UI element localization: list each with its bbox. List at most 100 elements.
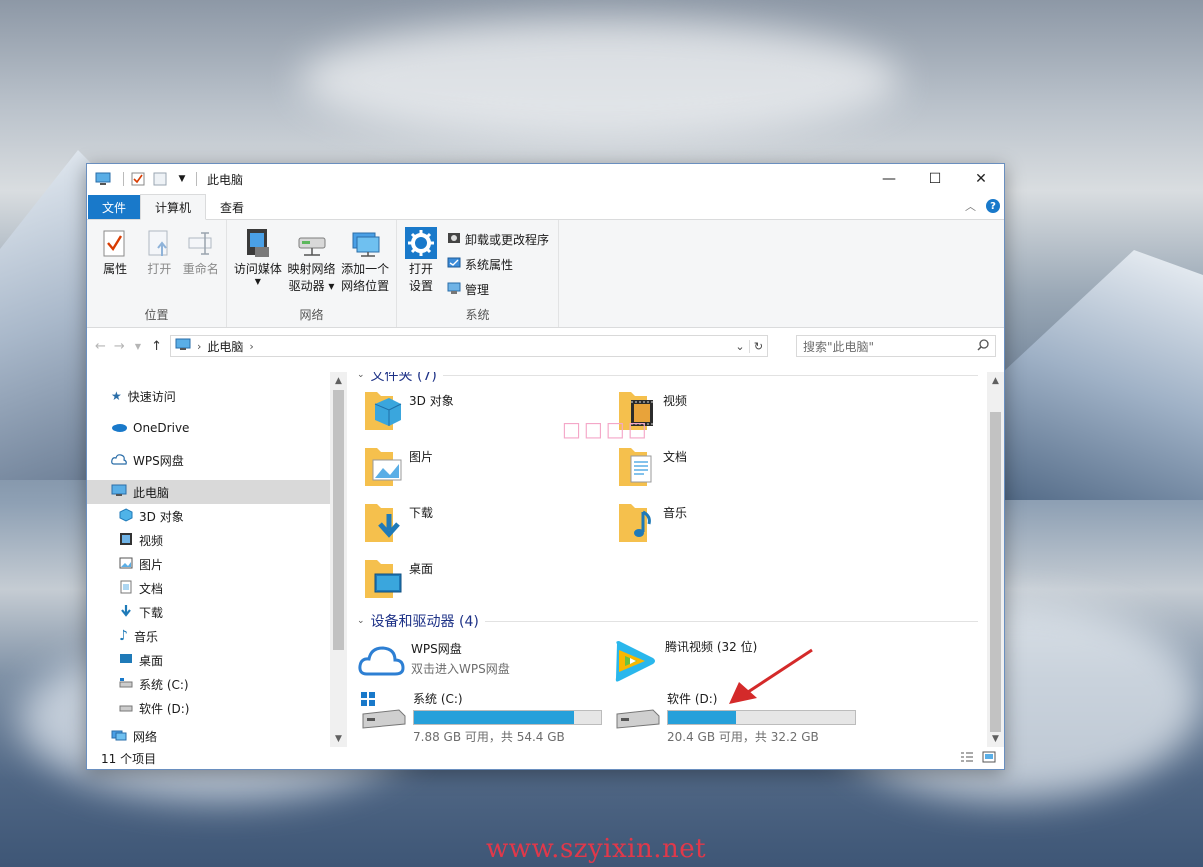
minimize-button[interactable]: — bbox=[866, 164, 912, 194]
pc-icon bbox=[175, 338, 191, 354]
chevron-down-icon[interactable]: ▼ bbox=[174, 171, 190, 187]
ribbon: 属性 打开 重命名 位置 访问媒体 ▼ 映射网络 驱动器 ▾ 添加一个 网络位置… bbox=[87, 220, 1004, 328]
rename-icon bbox=[185, 226, 217, 260]
forward-button[interactable]: → bbox=[114, 339, 125, 354]
properties-label: 属性 bbox=[103, 262, 128, 276]
nav-item-network[interactable]: 网络 bbox=[87, 720, 330, 747]
up-button[interactable]: ↑ bbox=[151, 339, 162, 354]
scroll-down-arrow[interactable]: ▼ bbox=[987, 730, 1004, 747]
navigation-pane: ★ 快速访问 OneDrive WPS网盘 此电脑 3D 对象 视频 图片 文档… bbox=[87, 372, 330, 747]
recent-locations-button[interactable]: ▼ bbox=[133, 342, 143, 351]
breadcrumb-this-pc[interactable]: 此电脑 bbox=[207, 338, 243, 355]
network-location-icon bbox=[349, 226, 381, 260]
system-properties-button[interactable]: 系统属性 bbox=[447, 255, 549, 274]
folder-3d-objects[interactable]: 3D 对象 bbox=[363, 386, 454, 435]
usage-fill bbox=[668, 711, 737, 724]
folder-music[interactable]: 音乐 bbox=[617, 498, 687, 547]
device-wps-cloud[interactable]: WPS网盘 双击进入WPS网盘 bbox=[357, 640, 510, 683]
tab-view[interactable]: 查看 bbox=[206, 195, 258, 219]
drive-c-icon bbox=[119, 677, 133, 692]
folder-documents[interactable]: 文档 bbox=[617, 442, 687, 491]
drive-c-icon bbox=[359, 690, 407, 733]
folders-section-header[interactable]: ⌄ 文件夹 (7) bbox=[347, 372, 1004, 386]
nav-item-onedrive[interactable]: OneDrive bbox=[87, 412, 330, 444]
large-icons-view-icon[interactable] bbox=[982, 751, 996, 766]
usage-fill bbox=[414, 711, 574, 724]
background-cloud bbox=[300, 20, 900, 140]
nav-pane-scrollbar[interactable]: ▲ ▼ bbox=[330, 372, 347, 747]
properties-quick-icon[interactable] bbox=[130, 171, 146, 187]
manage-button[interactable]: 管理 bbox=[447, 280, 549, 299]
folder-name: 文档 bbox=[663, 450, 688, 464]
close-button[interactable]: ✕ bbox=[958, 164, 1004, 194]
nav-item-videos[interactable]: 视频 bbox=[87, 528, 330, 552]
collapse-ribbon-icon[interactable]: ︿ bbox=[965, 198, 976, 214]
nav-item-documents[interactable]: 文档 bbox=[87, 576, 330, 600]
nav-item-quick-access[interactable]: ★ 快速访问 bbox=[87, 380, 330, 412]
pictures-folder-icon bbox=[363, 442, 403, 491]
nav-item-drive-d[interactable]: 软件 (D:) bbox=[87, 696, 330, 720]
drive-c-usage-bar bbox=[413, 710, 602, 725]
nav-item-drive-c[interactable]: 系统 (C:) bbox=[87, 672, 330, 696]
wps-cloud-icon bbox=[111, 453, 127, 468]
folder-name: 图片 bbox=[409, 450, 434, 464]
folder-downloads[interactable]: 下载 bbox=[363, 498, 433, 547]
folder-desktop[interactable]: 桌面 bbox=[363, 554, 433, 603]
uninstall-programs-button[interactable]: 卸载或更改程序 bbox=[447, 230, 549, 249]
details-view-icon[interactable] bbox=[960, 751, 974, 766]
back-button[interactable]: ← bbox=[95, 339, 106, 354]
nav-item-pictures[interactable]: 图片 bbox=[87, 552, 330, 576]
tab-computer[interactable]: 计算机 bbox=[140, 194, 207, 220]
nav-item-wps-cloud[interactable]: WPS网盘 bbox=[87, 444, 330, 476]
network-icon bbox=[111, 728, 127, 745]
documents-folder-icon bbox=[617, 442, 657, 491]
tab-file[interactable]: 文件 bbox=[88, 195, 141, 219]
folder-pictures[interactable]: 图片 bbox=[363, 442, 433, 491]
main-scrollbar[interactable]: ▲ ▼ bbox=[987, 372, 1004, 747]
search-icon bbox=[977, 338, 989, 354]
scroll-up-arrow[interactable]: ▲ bbox=[987, 372, 1004, 389]
refresh-icon[interactable]: ↻ bbox=[749, 339, 767, 353]
scroll-down-arrow[interactable]: ▼ bbox=[330, 730, 347, 747]
star-icon: ★ bbox=[111, 389, 122, 403]
maximize-button[interactable]: ☐ bbox=[912, 164, 958, 194]
nav-item-label: OneDrive bbox=[133, 421, 190, 435]
address-row: ← → ▼ ↑ › 此电脑 › ⌄ ↻ 搜索"此电脑" bbox=[87, 328, 1004, 364]
device-drive-c[interactable]: 系统 (C:) 7.88 GB 可用，共 54.4 GB bbox=[359, 690, 602, 745]
help-icon[interactable]: ? bbox=[986, 199, 1000, 213]
breadcrumb-separator[interactable]: › bbox=[249, 340, 253, 353]
ribbon-tabs: 文件 计算机 查看 ︿ ? bbox=[87, 194, 1004, 220]
ribbon-group-system: 打开 设置 卸载或更改程序 系统属性 管理 系统 bbox=[397, 220, 559, 327]
map-network-drive-label: 映射网络 bbox=[287, 262, 336, 276]
download-icon bbox=[119, 604, 133, 621]
scroll-up-arrow[interactable]: ▲ bbox=[330, 372, 347, 389]
open-label: 打开 bbox=[147, 262, 172, 276]
address-bar[interactable]: › 此电脑 › ⌄ ↻ bbox=[170, 335, 768, 357]
nav-item-3d-objects[interactable]: 3D 对象 bbox=[87, 504, 330, 528]
manage-icon bbox=[447, 281, 461, 298]
ribbon-group-label: 系统 bbox=[465, 308, 490, 322]
map-network-drive-label-line2: 驱动器 bbox=[288, 279, 325, 293]
3d-folder-icon bbox=[363, 386, 403, 435]
nav-item-music[interactable]: ♪ 音乐 bbox=[87, 624, 330, 648]
ribbon-group-label: 网络 bbox=[299, 308, 324, 322]
scroll-thumb[interactable] bbox=[333, 390, 344, 650]
chevron-down-icon: ⌄ bbox=[357, 372, 365, 380]
watermark: www.szyixin.net bbox=[486, 834, 707, 864]
devices-section-header[interactable]: ⌄ 设备和驱动器 (4) bbox=[347, 610, 1004, 632]
new-folder-quick-icon[interactable] bbox=[152, 171, 168, 187]
address-dropdown-icon[interactable]: ⌄ bbox=[731, 340, 749, 353]
section-divider bbox=[442, 374, 978, 376]
nav-item-desktop[interactable]: 桌面 bbox=[87, 648, 330, 672]
nav-item-this-pc[interactable]: 此电脑 bbox=[87, 480, 330, 504]
nav-item-label: 下载 bbox=[139, 605, 164, 620]
search-input[interactable]: 搜索"此电脑" bbox=[796, 335, 996, 357]
title-bar: ▼ 此电脑 — ☐ ✕ bbox=[87, 164, 1004, 194]
folder-name: 桌面 bbox=[409, 562, 434, 576]
document-icon bbox=[119, 580, 133, 597]
breadcrumb-separator[interactable]: › bbox=[197, 340, 201, 353]
scroll-thumb[interactable] bbox=[990, 412, 1001, 732]
add-network-location-label-2: 网络位置 bbox=[341, 279, 390, 293]
nav-item-downloads[interactable]: 下载 bbox=[87, 600, 330, 624]
ribbon-group-location: 属性 打开 重命名 位置 bbox=[87, 220, 227, 327]
